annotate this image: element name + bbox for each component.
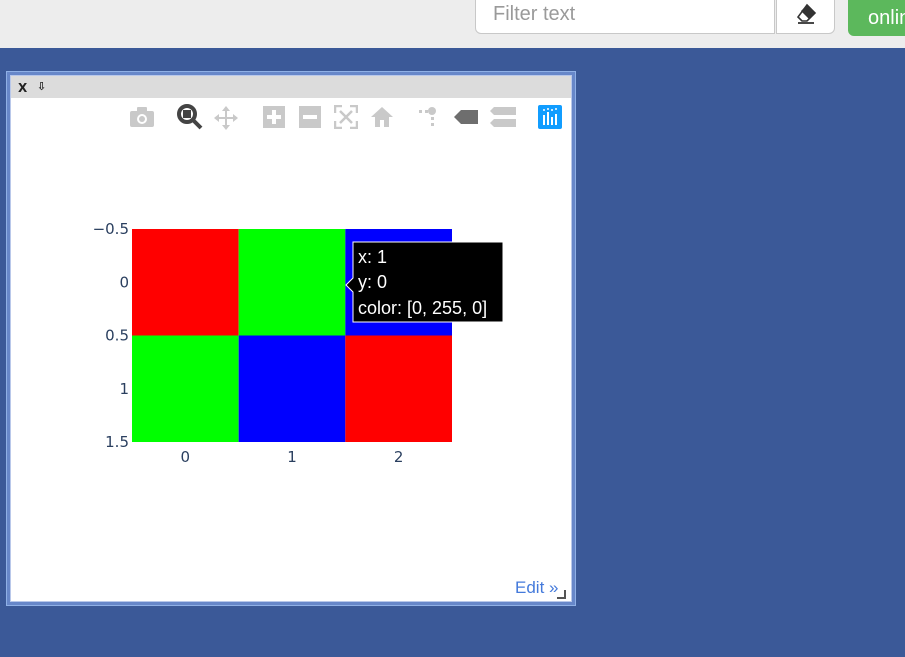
- x-tick-label: 2: [394, 448, 404, 466]
- x-tick-label: 0: [181, 448, 191, 466]
- eraser-icon: [796, 3, 816, 24]
- clear-filter-button[interactable]: [776, 0, 835, 34]
- online-button[interactable]: online: [848, 0, 905, 36]
- y-tick-label: 1: [119, 380, 129, 398]
- top-toolbar: online: [0, 0, 905, 48]
- y-tick-label: −0.5: [93, 220, 129, 238]
- y-tick-label: 1.5: [105, 433, 129, 451]
- heatmap-cell-0-0[interactable]: [132, 229, 239, 336]
- resize-handle[interactable]: [557, 590, 566, 599]
- plot-panel: X ⇩ 0 1 2 −0.5 0 0.5 1 1.5 x: 1 y: 0 col…: [6, 71, 576, 606]
- x-tick-label: 1: [287, 448, 297, 466]
- tooltip-color: color: [0, 255, 0]: [358, 298, 487, 318]
- y-tick-label: 0: [119, 273, 129, 291]
- heatmap-cell-1-0[interactable]: [132, 335, 239, 443]
- x-axis-ticks: 0 1 2: [181, 448, 404, 466]
- y-tick-label: 0.5: [105, 327, 129, 345]
- plot-panel-body: X ⇩ 0 1 2 −0.5 0 0.5 1 1.5 x: 1 y: 0 col…: [10, 75, 572, 602]
- heatmap-cell-1-1[interactable]: [238, 335, 346, 443]
- tooltip-y: y: 0: [358, 272, 387, 292]
- tooltip-x: x: 1: [358, 247, 387, 267]
- edit-chart-link[interactable]: Edit »: [515, 578, 558, 598]
- heatmap-chart: 0 1 2 −0.5 0 0.5 1 1.5 x: 1 y: 0 color: [0, 25…: [93, 220, 504, 466]
- heatmap-cell-0-1[interactable]: [238, 229, 346, 336]
- heatmap-cell-1-2[interactable]: [345, 335, 452, 443]
- hover-tooltip: x: 1 y: 0 color: [0, 255, 0]: [345, 241, 504, 323]
- filter-input[interactable]: [475, 0, 775, 34]
- y-axis-ticks: −0.5 0 0.5 1 1.5: [93, 220, 129, 451]
